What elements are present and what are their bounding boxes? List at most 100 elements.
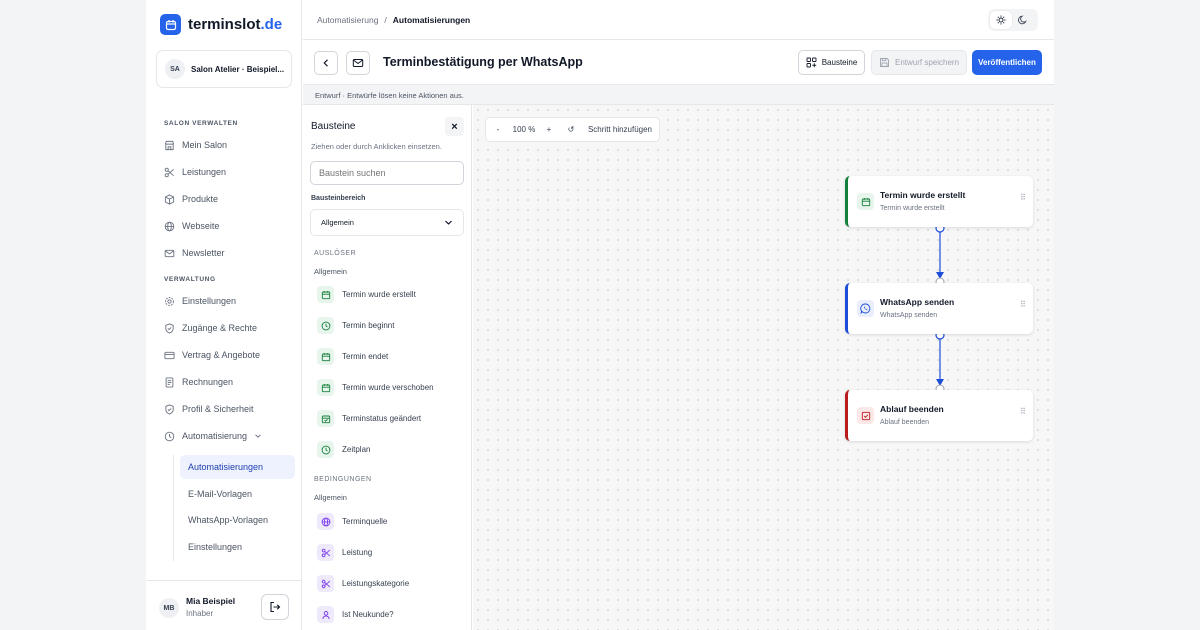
zoom-in-button[interactable]: + [538,125,560,134]
sidebar-item-leistungen[interactable]: Leistungen [164,163,226,181]
top-bar: Automatisierung / Automatisierungen [303,0,1054,40]
dark-mode-button[interactable] [1012,11,1034,29]
chevron-left-icon [323,59,328,67]
sidebar-item-newsletter[interactable]: Newsletter [164,244,225,262]
breadcrumb-parent[interactable]: Automatisierung [317,15,378,25]
zoom-out-button[interactable]: - [486,125,510,134]
block-area-label: Bausteinbereich [311,195,366,202]
block-label: Zeitplan [342,445,371,454]
sidebar-item-label: Leistungen [182,167,227,177]
blocks-icon [806,57,817,68]
sidebar-item-profil[interactable]: Profil & Sicherheit [164,400,254,418]
sidebar-item-label: Rechnungen [182,377,234,387]
node-title: Ablauf beenden [880,404,944,414]
block-trigger-termin-verschoben[interactable]: Termin wurde verschoben [317,379,434,396]
calendar-check-icon [321,415,330,423]
block-trigger-zeitplan[interactable]: Zeitplan [317,441,370,458]
calendar-icon [857,193,874,210]
block-trigger-terminstatus[interactable]: Terminstatus geändert [317,410,421,427]
sidebar-item-zugaenge[interactable]: Zugänge & Rechte [164,319,257,337]
flow-node-trigger[interactable]: Termin wurde erstellt Termin wurde erste… [845,176,1033,227]
close-icon: × [451,120,458,133]
checkbox-icon [857,407,874,424]
sidebar-item-label: Mein Salon [182,140,228,150]
save-draft-button[interactable]: Entwurf speichern [871,50,967,75]
app-logo[interactable]: terminslot.de [160,14,282,35]
sidebar-subitem-einstellungen[interactable]: Einstellungen [180,535,295,559]
block-condition-leistungskategorie[interactable]: Leistungskategorie [317,575,409,592]
clock-icon [164,431,175,441]
channel-mail-button[interactable] [346,51,370,75]
clock-icon [321,321,330,330]
sidebar-item-label: Zugänge & Rechte [182,323,258,333]
scissors-icon [321,579,330,588]
calendar-icon [321,290,330,299]
store-icon [164,140,175,150]
block-trigger-termin-beginnt[interactable]: Termin beginnt [317,317,394,334]
block-label: Ist Neukunde? [342,610,394,619]
block-trigger-termin-erstellt[interactable]: Termin wurde erstellt [317,286,416,303]
page-title: Terminbestätigung per WhatsApp [383,55,583,69]
draft-notice: Entwurf · Entwürfe lösen keine Aktionen … [303,85,1054,105]
sidebar-item-webseite[interactable]: Webseite [164,217,219,235]
panel-hint: Ziehen oder durch Anklicken einsetzen. [311,142,442,151]
group-head-triggers: AUSLÖSER [314,250,357,257]
user-name: Mia Beispiel [186,596,236,606]
card-icon [164,351,175,359]
block-area-select[interactable]: Allgemein [310,209,464,236]
user-role: Inhaber [186,609,214,618]
block-condition-neukunde[interactable]: Ist Neukunde? [317,606,394,623]
flow-node-action[interactable]: WhatsApp senden WhatsApp senden ⠿ [845,283,1033,334]
back-button[interactable] [314,51,338,75]
add-step-button[interactable]: Schritt hinzufügen [582,125,658,134]
moon-icon [1018,15,1027,25]
sidebar-subitem-whatsapp-vorlagen[interactable]: WhatsApp-Vorlagen [180,508,295,532]
globe-icon [321,517,330,526]
group-sub-triggers: Allgemein [314,267,347,276]
calendar-icon [321,352,330,361]
sidebar-item-label: Produkte [182,194,219,204]
salon-switcher[interactable]: SA Salon Atelier · Beispiel... [156,50,292,88]
logout-button[interactable] [261,594,289,620]
sidebar-item-label: Webseite [182,221,220,231]
sidebar-item-rechnungen[interactable]: Rechnungen [164,373,233,391]
block-label: Terminstatus geändert [342,414,422,423]
flow-canvas[interactable]: - 100 % + ↺ Schritt hinzufügen Termin wu… [473,105,1054,630]
panel-close-button[interactable]: × [445,117,464,136]
node-subtitle: Termin wurde erstellt [880,205,945,212]
shield-check-icon [165,403,174,415]
block-area-value: Allgemein [321,218,354,227]
drag-handle-icon[interactable]: ⠿ [1020,194,1026,202]
sidebar-item-produkte[interactable]: Produkte [164,190,218,208]
sidebar-item-vertrag[interactable]: Vertrag & Angebote [164,346,260,364]
publish-button[interactable]: Veröffentlichen [972,50,1042,75]
bausteine-button[interactable]: Bausteine [798,50,865,75]
shield-icon [165,322,174,334]
chevron-down-icon [445,220,452,225]
light-mode-button[interactable] [990,11,1012,29]
salon-name: Salon Atelier · Beispiel... [191,64,285,74]
save-icon [880,58,889,67]
block-condition-terminquelle[interactable]: Terminquelle [317,513,387,530]
sidebar-item-mein-salon[interactable]: Mein Salon [164,136,227,154]
reset-view-button[interactable]: ↺ [560,125,582,134]
user-icon [321,610,330,619]
drag-handle-icon[interactable]: ⠿ [1020,301,1026,309]
sidebar: terminslot.de SA Salon Atelier · Beispie… [146,0,302,630]
block-search-input[interactable] [310,161,464,185]
avatar: MB [159,598,179,618]
sidebar-item-label: Profil & Sicherheit [182,404,254,414]
sidebar-subitem-automatisierungen[interactable]: Automatisierungen [180,455,295,479]
sidebar-item-einstellungen[interactable]: Einstellungen [164,292,236,310]
drag-handle-icon[interactable]: ⠿ [1020,408,1026,416]
block-condition-leistung[interactable]: Leistung [317,544,372,561]
flow-node-end[interactable]: Ablauf beenden Ablauf beenden ⠿ [845,390,1033,441]
block-label: Termin wurde erstellt [342,290,416,299]
block-trigger-termin-endet[interactable]: Termin endet [317,348,388,365]
sun-icon [996,15,1006,25]
calendar-logo-icon [160,14,181,35]
sidebar-item-automatisierung[interactable]: Automatisierung [164,427,269,445]
sidebar-subitem-email-vorlagen[interactable]: E-Mail-Vorlagen [180,482,295,506]
section-label-admin: VERWALTUNG [164,276,216,283]
canvas-toolbar: - 100 % + ↺ Schritt hinzufügen [485,117,660,142]
